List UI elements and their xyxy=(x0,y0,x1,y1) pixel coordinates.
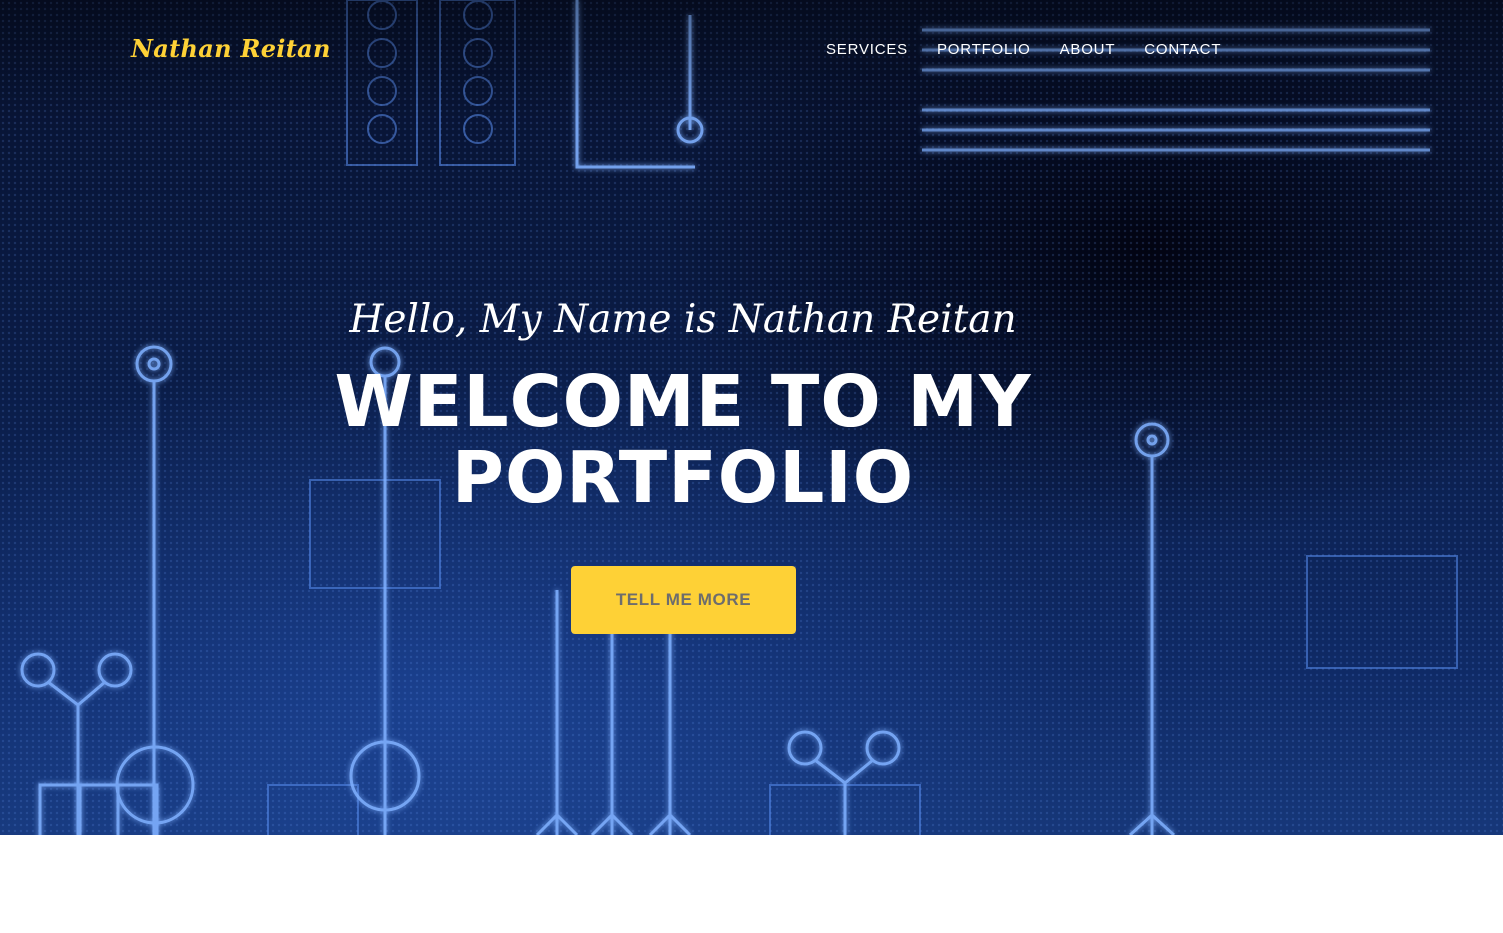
brand-logo[interactable]: Nathan Reitan xyxy=(131,34,331,63)
hero-intro-text: Hello, My Name is Nathan Reitan xyxy=(349,297,1017,342)
nav-item-about[interactable]: ABOUT xyxy=(1060,41,1116,59)
nav-item-portfolio[interactable]: PORTFOLIO xyxy=(937,41,1031,59)
nav-item-services[interactable]: SERVICES xyxy=(826,41,908,59)
hero-headline: WELCOME TO MY PORTFOLIO xyxy=(334,360,1032,519)
main-nav: SERVICES PORTFOLIO ABOUT CONTACT xyxy=(826,41,1221,59)
nav-item-contact[interactable]: CONTACT xyxy=(1144,41,1221,59)
tell-me-more-button[interactable]: TELL ME MORE xyxy=(571,566,796,634)
